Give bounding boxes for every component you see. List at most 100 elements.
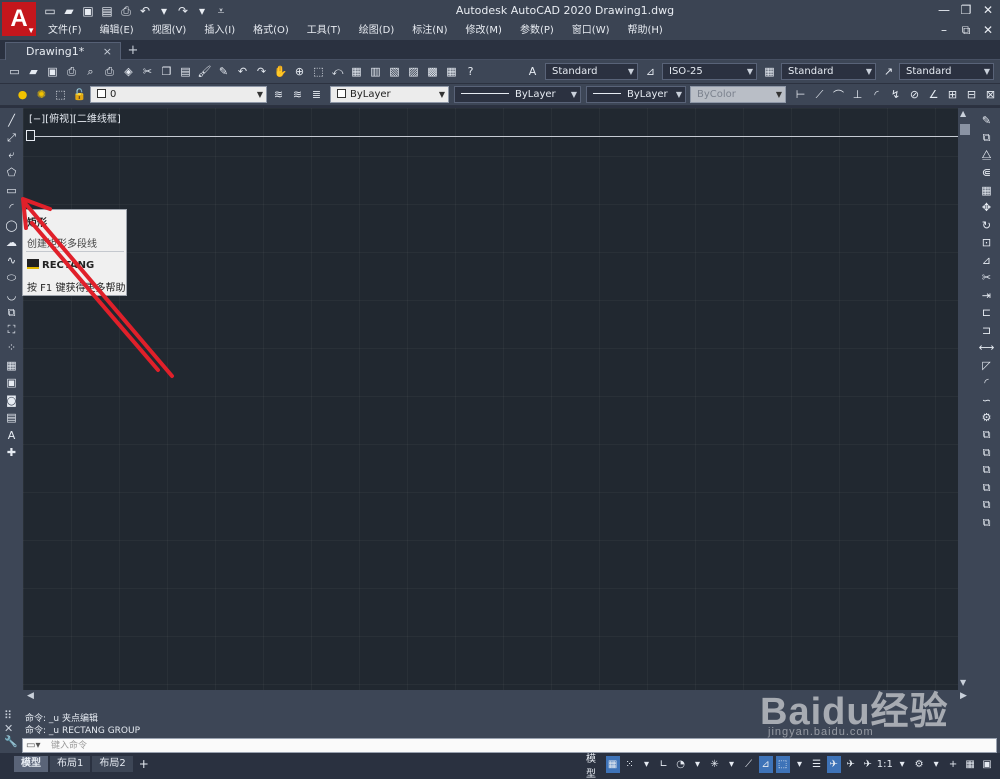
- continue-dim-icon[interactable]: ⊠: [982, 86, 999, 103]
- scale-icon[interactable]: ⊡: [979, 235, 995, 252]
- layer-on-icon[interactable]: ●: [14, 86, 31, 103]
- chevron-down-icon[interactable]: ▾: [640, 756, 654, 773]
- erase-icon[interactable]: ✎: [979, 112, 995, 129]
- move-icon[interactable]: ✥: [979, 200, 995, 217]
- join-icon[interactable]: ⟷: [979, 340, 995, 357]
- quick-properties-icon[interactable]: ▣: [980, 756, 994, 773]
- chevron-down-icon[interactable]: ▾: [194, 3, 210, 19]
- osnap-tracking-icon[interactable]: ✳: [708, 756, 722, 773]
- undo-icon[interactable]: ↶: [137, 3, 153, 19]
- table-icon[interactable]: ▤: [4, 410, 20, 427]
- dim-style-icon[interactable]: ⊿: [642, 63, 659, 80]
- auto-scale-icon[interactable]: ✈: [844, 756, 858, 773]
- copy-object-icon[interactable]: ⧉: [979, 130, 995, 147]
- text-style-icon[interactable]: A: [524, 63, 541, 80]
- tool-palettes-icon[interactable]: ▧: [386, 63, 403, 80]
- aligned-dim-icon[interactable]: ⟋: [811, 86, 828, 103]
- isodraft-icon[interactable]: ⟋: [742, 756, 756, 773]
- arc-length-icon[interactable]: ⌒: [830, 86, 847, 103]
- object-snap-mode-icon[interactable]: ⬚: [775, 756, 790, 773]
- print-icon[interactable]: ⎙: [118, 3, 134, 19]
- tab-layout2[interactable]: 布局2: [92, 756, 133, 772]
- close-icon[interactable]: ×: [103, 43, 112, 60]
- zoom-previous-icon[interactable]: ⤺: [329, 63, 346, 80]
- tab-layout1[interactable]: 布局1: [50, 756, 91, 772]
- layer-viewport-icon[interactable]: ⬚: [52, 86, 69, 103]
- polyline-icon[interactable]: ⤶: [4, 147, 20, 164]
- add-layout-icon[interactable]: +: [135, 756, 153, 772]
- ellipse-icon[interactable]: ⬭: [4, 270, 20, 287]
- quick-dim-icon[interactable]: ⊞: [944, 86, 961, 103]
- zoom-realtime-icon[interactable]: ⊕: [291, 63, 308, 80]
- grip-dots-icon[interactable]: ⠿: [4, 709, 20, 722]
- close-icon[interactable]: ✕: [980, 2, 996, 18]
- polygon-icon[interactable]: ⬠: [4, 165, 20, 182]
- undo-icon[interactable]: ↶: [234, 63, 251, 80]
- units-icon[interactable]: ▦: [963, 756, 977, 773]
- menu-edit[interactable]: 编辑(E): [92, 22, 144, 40]
- help-icon[interactable]: ?: [462, 63, 479, 80]
- new-file-icon[interactable]: ▭: [42, 3, 58, 19]
- gradient-icon[interactable]: ▣: [4, 375, 20, 392]
- command-prompt-icon[interactable]: ▭▾: [26, 740, 40, 751]
- menu-file[interactable]: 文件(F): [40, 22, 92, 40]
- chevron-down-icon[interactable]: ▾: [725, 756, 739, 773]
- annotation-monitor-icon[interactable]: +: [946, 756, 960, 773]
- annotation-scale-value[interactable]: 1:1: [877, 756, 893, 773]
- extend-icon[interactable]: ⇥: [979, 287, 995, 304]
- menu-format[interactable]: 格式(O): [245, 22, 299, 40]
- model-space-button[interactable]: 模型: [585, 754, 603, 779]
- ordinate-dim-icon[interactable]: ⊥: [849, 86, 866, 103]
- open-folder-icon[interactable]: ▰: [61, 3, 77, 19]
- drawing-canvas[interactable]: [−][俯视][二维线框]: [23, 108, 958, 690]
- chevron-down-icon[interactable]: ▾: [691, 756, 705, 773]
- sheet-set-icon[interactable]: ▨: [405, 63, 422, 80]
- line-icon[interactable]: ╱: [4, 112, 20, 129]
- menu-insert[interactable]: 插入(I): [196, 22, 245, 40]
- minimize-icon[interactable]: —: [936, 2, 952, 18]
- insert-block-icon[interactable]: ⧉: [4, 305, 20, 322]
- hatch-icon[interactable]: ▦: [4, 357, 20, 374]
- save-as-icon[interactable]: ▤: [99, 3, 115, 19]
- doc-minimize-icon[interactable]: –: [936, 22, 952, 38]
- menu-help[interactable]: 帮助(H): [620, 22, 673, 40]
- lineweight-select[interactable]: ByLayer ▼: [586, 86, 686, 103]
- snap-icon[interactable]: ⁙: [623, 756, 637, 773]
- cut-icon[interactable]: ✂: [139, 63, 156, 80]
- bring-to-front-icon[interactable]: ⧉: [979, 427, 995, 444]
- open-folder-icon[interactable]: ▰: [25, 63, 42, 80]
- print-icon[interactable]: ⎙: [63, 63, 80, 80]
- spline-icon[interactable]: ∿: [4, 252, 20, 269]
- bring-above-icon[interactable]: ⧉: [979, 462, 995, 479]
- new-file-icon[interactable]: ▭: [6, 63, 23, 80]
- trim-icon[interactable]: ✂: [979, 270, 995, 287]
- tab-model[interactable]: 模型: [14, 756, 48, 772]
- offset-icon[interactable]: ⋐: [979, 165, 995, 182]
- customize-icon[interactable]: ⩡: [213, 3, 229, 19]
- dim-style-select[interactable]: ISO-25 ▼: [662, 63, 757, 80]
- table-style-select[interactable]: Standard ▼: [781, 63, 876, 80]
- application-menu-button[interactable]: A ▼: [2, 2, 36, 36]
- vertical-scrollbar[interactable]: ▲ ▼: [958, 108, 973, 690]
- doc-restore-icon[interactable]: ⧉: [958, 22, 974, 38]
- lineweight-icon[interactable]: ☰: [810, 756, 824, 773]
- multiline-text-icon[interactable]: A: [4, 427, 20, 444]
- ellipse-arc-icon[interactable]: ◡: [4, 287, 20, 304]
- match-properties-icon[interactable]: 🖌: [196, 63, 213, 80]
- scroll-thumb[interactable]: [960, 124, 970, 135]
- print-preview-icon[interactable]: ⌕: [82, 63, 99, 80]
- make-current-layer-icon[interactable]: ≋: [270, 86, 287, 103]
- menu-tools[interactable]: 工具(T): [299, 22, 351, 40]
- viewport-controls[interactable]: [−][俯视][二维线框]: [29, 110, 121, 125]
- point-icon[interactable]: ⁘: [4, 340, 20, 357]
- calculator-icon[interactable]: ▦: [443, 63, 460, 80]
- revision-cloud-icon[interactable]: ☁: [4, 235, 20, 252]
- pan-icon[interactable]: ✋: [272, 63, 289, 80]
- ortho-icon[interactable]: ∟: [657, 756, 671, 773]
- drawn-line[interactable]: [35, 136, 958, 137]
- markup-icon[interactable]: ▩: [424, 63, 441, 80]
- mirror-icon[interactable]: ⧋: [979, 147, 995, 164]
- arc-icon[interactable]: ◜: [4, 200, 20, 217]
- construction-line-icon[interactable]: ⤢: [4, 130, 20, 147]
- radius-dim-icon[interactable]: ◜: [868, 86, 885, 103]
